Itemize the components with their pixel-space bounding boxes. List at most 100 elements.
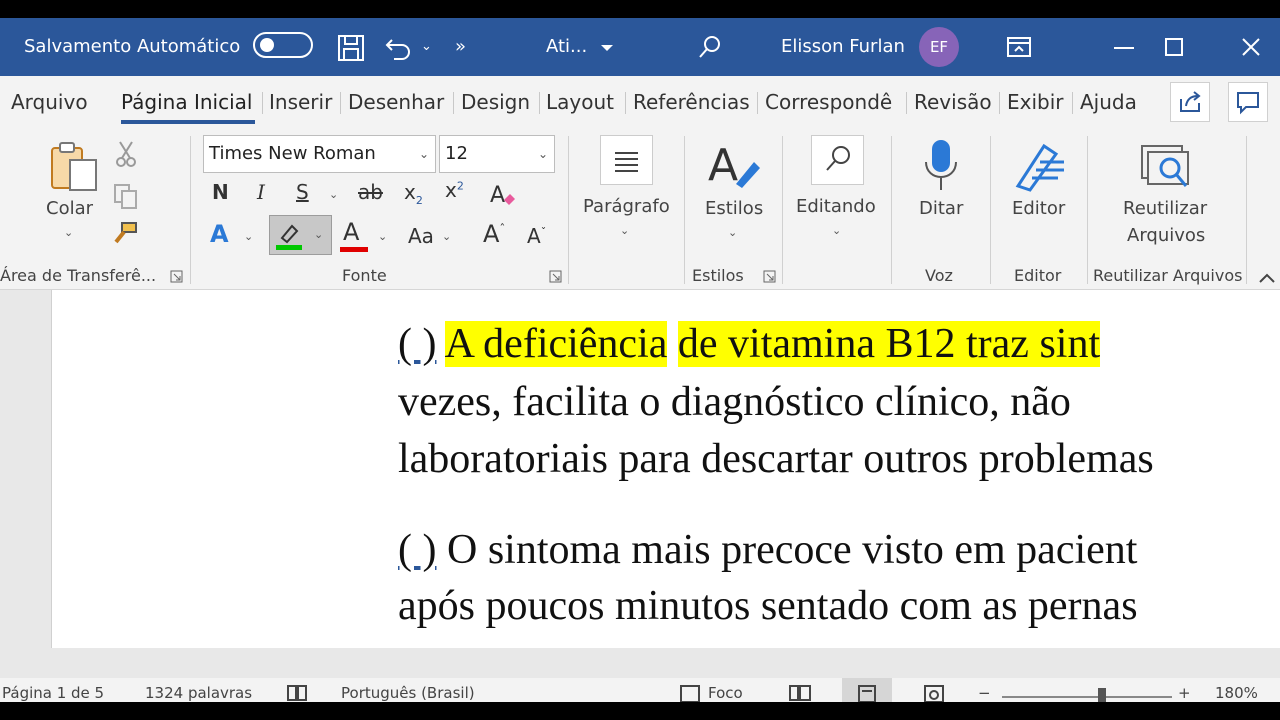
editing-icon-box[interactable] xyxy=(811,135,864,185)
user-name[interactable]: Elisson Furlan xyxy=(781,18,905,76)
editor-icon[interactable] xyxy=(1012,140,1068,192)
autosave-toggle[interactable] xyxy=(253,32,313,58)
styles-dropdown-icon[interactable]: ⌄ xyxy=(728,226,737,239)
text-effects-button[interactable]: A xyxy=(210,220,229,248)
editor-label[interactable]: Editor xyxy=(1012,198,1065,219)
zoom-level[interactable]: 180% xyxy=(1215,684,1258,702)
tab-layout[interactable]: Layout xyxy=(546,76,614,128)
grow-font-button[interactable]: Aˆ xyxy=(483,220,505,248)
font-launcher-icon[interactable] xyxy=(549,270,562,283)
tab-ajuda[interactable]: Ajuda xyxy=(1080,76,1137,128)
focus-mode-label[interactable]: Foco xyxy=(708,684,743,702)
maximize-icon[interactable] xyxy=(1165,38,1183,56)
superscript-button[interactable]: x2 xyxy=(445,178,464,202)
answer-blank: ( ) xyxy=(398,321,437,367)
font-color-dropdown-icon[interactable]: ⌄ xyxy=(378,230,387,243)
underline-dropdown-icon[interactable]: ⌄ xyxy=(329,188,338,201)
ribbon-display-icon[interactable] xyxy=(1006,35,1032,59)
web-layout-icon[interactable] xyxy=(923,684,947,702)
paragraph-icon-box[interactable] xyxy=(600,135,653,185)
reuse-group-label: Reutilizar Arquivos xyxy=(1093,266,1243,285)
paste-icon[interactable] xyxy=(48,140,100,192)
shrink-font-button[interactable]: Aˇ xyxy=(527,224,546,248)
font-color-button[interactable]: A xyxy=(343,218,359,246)
language-status[interactable]: Português (Brasil) xyxy=(341,684,475,702)
format-painter-icon[interactable] xyxy=(110,220,140,248)
subscript-button[interactable]: x2 xyxy=(404,180,423,207)
tab-exibir[interactable]: Exibir xyxy=(1007,76,1064,128)
share-button[interactable] xyxy=(1170,82,1210,122)
strikethrough-button[interactable]: ab xyxy=(358,180,383,204)
cut-icon[interactable] xyxy=(114,140,138,168)
tab-divider xyxy=(453,92,454,114)
undo-icon[interactable] xyxy=(384,34,414,62)
read-mode-icon[interactable] xyxy=(788,684,812,702)
focus-icon[interactable] xyxy=(679,684,701,702)
proofing-icon[interactable] xyxy=(286,684,310,702)
paste-label[interactable]: Colar xyxy=(46,198,93,219)
document-title[interactable]: Ati... xyxy=(546,18,587,76)
microphone-icon[interactable] xyxy=(922,138,960,192)
highlighter-icon xyxy=(276,224,302,250)
toggle-knob xyxy=(260,38,274,52)
italic-button[interactable]: I xyxy=(257,180,265,204)
print-layout-button[interactable] xyxy=(842,678,892,702)
tab-divider xyxy=(539,92,540,114)
tab-desenhar[interactable]: Desenhar xyxy=(348,76,444,128)
tab-design[interactable]: Design xyxy=(461,76,530,128)
undo-dropdown-icon[interactable]: ⌄ xyxy=(421,18,432,76)
page-count[interactable]: Página 1 de 5 xyxy=(2,684,104,702)
subscript-x: x xyxy=(404,180,416,204)
find-icon xyxy=(826,146,850,171)
clipboard-launcher-icon[interactable] xyxy=(170,270,183,283)
reuse-files-icon[interactable] xyxy=(1140,142,1194,192)
font-size-box[interactable]: 12 ⌄ xyxy=(439,135,555,173)
zoom-slider-thumb[interactable] xyxy=(1098,688,1106,702)
zoom-in-button[interactable]: + xyxy=(1178,684,1191,702)
zoom-out-button[interactable]: − xyxy=(978,684,991,702)
text-effects-dropdown-icon[interactable]: ⌄ xyxy=(244,230,253,243)
save-icon[interactable] xyxy=(337,34,365,62)
tab-referencias[interactable]: Referências xyxy=(633,76,750,128)
tab-inserir[interactable]: Inserir xyxy=(269,76,332,128)
minimize-icon[interactable] xyxy=(1114,46,1134,50)
styles-label[interactable]: Estilos xyxy=(705,198,763,219)
font-name-value: Times New Roman xyxy=(209,143,376,164)
copy-icon[interactable] xyxy=(112,182,140,210)
change-case-dropdown-icon[interactable]: ⌄ xyxy=(442,230,451,243)
word-count[interactable]: 1324 palavras xyxy=(145,684,252,702)
highlight-button[interactable]: ⌄ xyxy=(269,215,332,255)
tab-arquivo[interactable]: Arquivo xyxy=(11,76,88,128)
paragraph-label[interactable]: Parágrafo xyxy=(583,196,670,217)
reuse-label-line2[interactable]: Arquivos xyxy=(1127,225,1205,246)
styles-launcher-icon[interactable] xyxy=(763,270,776,283)
dictate-label[interactable]: Ditar xyxy=(919,198,963,219)
underline-button[interactable]: S xyxy=(296,180,309,204)
clear-formatting-icon[interactable]: A xyxy=(488,180,518,208)
close-icon[interactable] xyxy=(1242,38,1260,56)
zoom-slider[interactable] xyxy=(1002,696,1172,698)
paragraph-1-line-2: vezes, facilita o diagnóstico clínico, n… xyxy=(398,379,1071,425)
paste-dropdown-icon[interactable]: ⌄ xyxy=(64,226,73,239)
collapse-ribbon-icon[interactable] xyxy=(1258,272,1276,284)
svg-text:A: A xyxy=(490,183,505,208)
bold-button[interactable]: N xyxy=(212,180,229,204)
paragraph-dropdown-icon[interactable]: ⌄ xyxy=(620,224,629,237)
reuse-label-line1[interactable]: Reutilizar xyxy=(1123,198,1207,219)
avatar[interactable]: EF xyxy=(919,27,959,67)
editing-dropdown-icon[interactable]: ⌄ xyxy=(832,224,841,237)
group-divider xyxy=(782,136,783,284)
tab-correspondencias[interactable]: Correspondê xyxy=(765,76,892,128)
more-commands-icon[interactable]: » xyxy=(455,18,466,76)
search-icon[interactable] xyxy=(697,34,723,60)
styles-icon[interactable]: A xyxy=(706,138,762,194)
editing-label[interactable]: Editando xyxy=(796,196,876,217)
change-case-button[interactable]: Aa xyxy=(408,224,434,248)
title-dropdown-icon[interactable] xyxy=(600,43,614,53)
font-name-box[interactable]: Times New Roman ⌄ xyxy=(203,135,436,173)
grow-font-letter: A xyxy=(483,220,500,248)
comments-button[interactable] xyxy=(1228,82,1268,122)
document-page[interactable]: ( ) A deficiência de vitamina B12 traz s… xyxy=(51,290,1280,648)
group-divider xyxy=(891,136,892,284)
tab-revisao[interactable]: Revisão xyxy=(914,76,992,128)
